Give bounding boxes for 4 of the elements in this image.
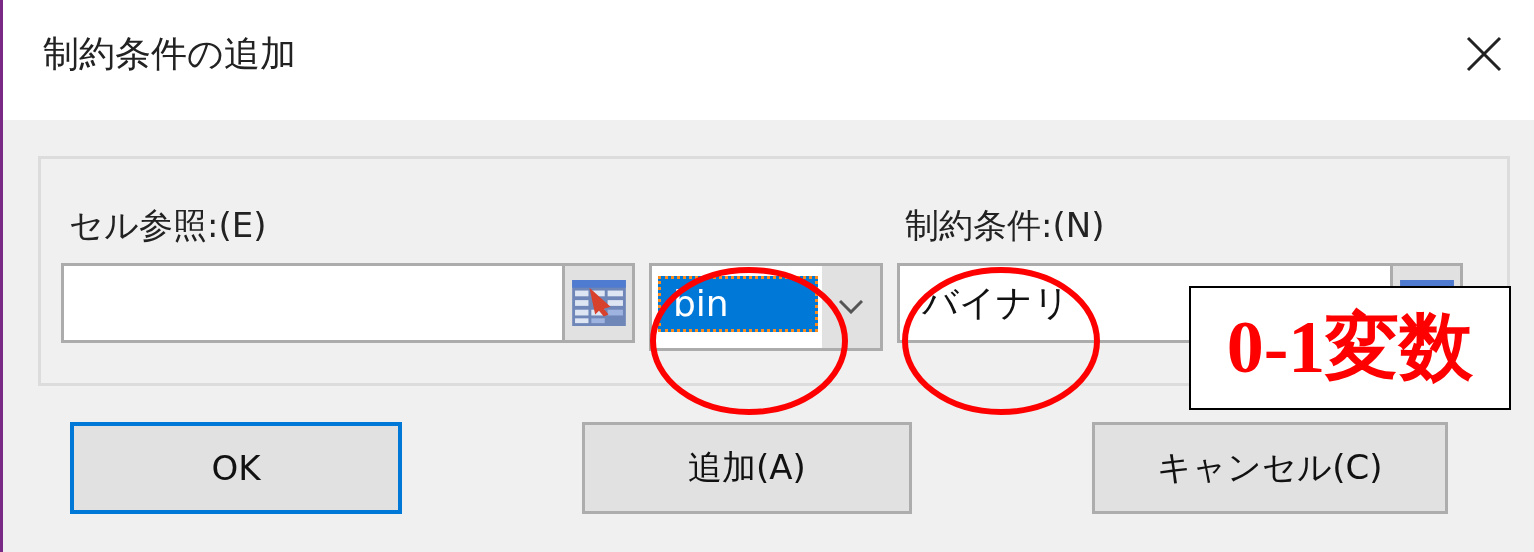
window-title: 制約条件の追加 [43, 31, 296, 76]
field-label: セル参照:(E) [68, 204, 268, 247]
field-label: 制約条件:(N) [904, 204, 1106, 247]
annotation-tooltip: 0-1変数 [1189, 286, 1511, 410]
